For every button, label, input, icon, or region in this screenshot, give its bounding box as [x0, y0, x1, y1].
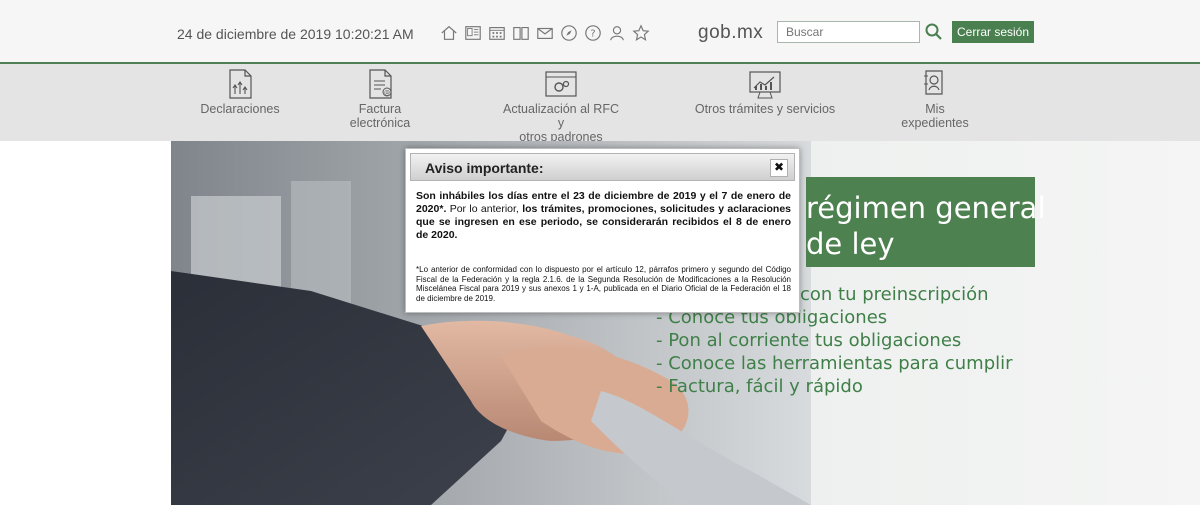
monitor-chart-icon — [690, 68, 840, 100]
main-nav: Declaraciones @ Factura electrónica Actu… — [0, 64, 1200, 144]
hero-bullet: con tu preinscripción — [800, 284, 989, 305]
svg-text:@: @ — [384, 90, 390, 97]
hero-title-line: régimen general — [806, 191, 1046, 225]
calendar-icon[interactable] — [488, 24, 506, 42]
hero-bullet: - Pon al corriente tus obligaciones — [656, 330, 962, 351]
modal-message: Son inhábiles los días entre el 23 de di… — [416, 190, 791, 242]
hero-title: régimen general de ley — [806, 190, 1046, 262]
modal-footnote: *Lo anterior de conformidad con lo dispu… — [416, 265, 791, 303]
nav-item-expedientes[interactable]: Mis expedientes — [895, 68, 975, 130]
modal-header: Aviso importante: ✖ — [410, 153, 795, 181]
user-icon[interactable] — [608, 24, 626, 42]
nav-item-rfc[interactable]: Actualización al RFC y otros padrones — [500, 68, 622, 144]
hero-bullet: - Conoce las herramientas para cumplir — [656, 353, 1013, 374]
nav-label: Otros trámites y servicios — [694, 102, 836, 116]
modal-title: Aviso importante: — [425, 160, 544, 176]
close-icon[interactable]: ✖ — [770, 159, 788, 177]
nav-label: Mis — [925, 102, 945, 116]
hero-title-line: de ley — [806, 227, 895, 261]
nav-item-factura[interactable]: @ Factura electrónica — [340, 68, 420, 130]
settings-window-icon — [500, 68, 622, 100]
nav-label: Factura — [358, 102, 402, 116]
gobmx-logo[interactable]: gob.mx — [698, 22, 763, 44]
folder-user-icon — [895, 68, 975, 100]
logout-button[interactable]: Cerrar sesión — [952, 21, 1035, 43]
book-icon[interactable] — [512, 24, 530, 42]
document-icon[interactable] — [464, 24, 482, 42]
nav-label: Actualización al RFC y — [502, 102, 619, 130]
declarations-icon — [200, 68, 280, 100]
mail-icon[interactable] — [536, 24, 554, 42]
nav-label: electrónica — [349, 116, 411, 130]
datetime: 24 de diciembre de 2019 10:20:21 AM — [177, 26, 414, 42]
compass-icon[interactable] — [560, 24, 578, 42]
invoice-icon: @ — [340, 68, 420, 100]
svg-text:?: ? — [590, 29, 595, 40]
modal-message-text: Por lo anterior, — [446, 203, 523, 215]
nav-label: Declaraciones — [200, 102, 280, 116]
quick-icons: ? — [440, 24, 650, 46]
search-input[interactable] — [777, 21, 920, 43]
top-bar: 24 de diciembre de 2019 10:20:21 AM ? go… — [0, 0, 1200, 64]
notice-modal: Aviso importante: ✖ Son inhábiles los dí… — [405, 148, 800, 313]
home-icon[interactable] — [440, 24, 458, 42]
search-icon[interactable] — [924, 22, 944, 42]
help-icon[interactable]: ? — [584, 24, 602, 42]
star-icon[interactable] — [632, 24, 650, 42]
nav-label: expedientes — [901, 116, 969, 130]
nav-item-otros[interactable]: Otros trámites y servicios — [690, 68, 840, 116]
nav-item-declaraciones[interactable]: Declaraciones — [200, 68, 280, 116]
hero-bullet: - Factura, fácil y rápido — [656, 376, 863, 397]
